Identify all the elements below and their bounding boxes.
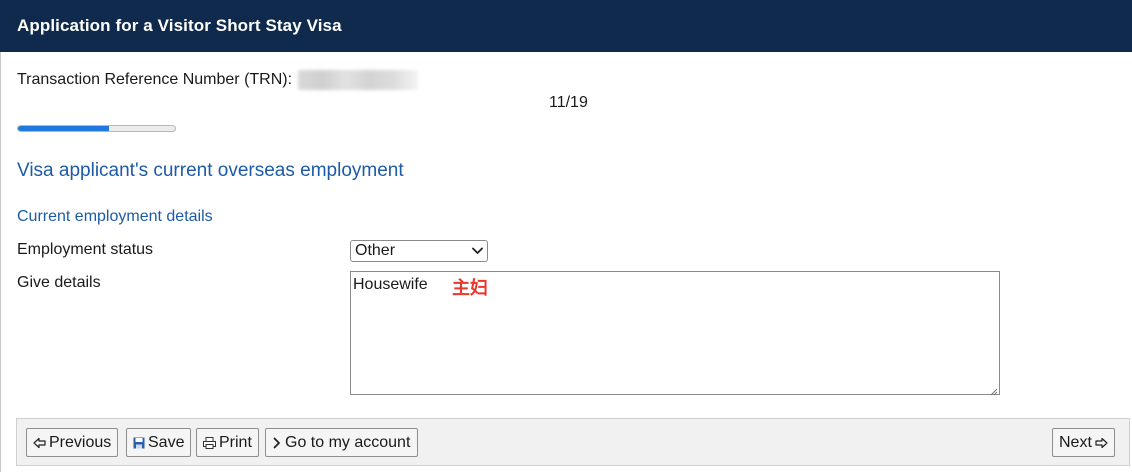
step-counter: 11/19 bbox=[549, 94, 588, 111]
go-to-my-account-button[interactable]: Go to my account bbox=[265, 428, 419, 457]
employment-status-selected-value: Other bbox=[355, 242, 396, 259]
arrow-right-outline-icon bbox=[1095, 437, 1108, 449]
form-toolbar: Previous Save Print Go to my account Nex… bbox=[16, 418, 1130, 466]
floppy-disk-icon bbox=[133, 437, 145, 449]
previous-button[interactable]: Previous bbox=[26, 428, 119, 457]
save-button[interactable]: Save bbox=[126, 428, 192, 457]
employment-subheading: Current employment details bbox=[17, 208, 213, 225]
next-button[interactable]: Next bbox=[1052, 428, 1115, 457]
printer-icon bbox=[203, 436, 216, 449]
employment-status-select[interactable]: Other bbox=[350, 240, 488, 262]
annotation-chinese-note: 主妇 bbox=[452, 278, 488, 299]
save-button-label: Save bbox=[148, 433, 185, 451]
give-details-value: Housewife bbox=[353, 276, 428, 293]
employment-status-label: Employment status bbox=[17, 241, 154, 258]
chevron-right-icon bbox=[272, 437, 282, 449]
go-to-my-account-label: Go to my account bbox=[285, 433, 411, 451]
arrow-left-outline-icon bbox=[33, 437, 46, 449]
next-button-label: Next bbox=[1059, 433, 1092, 451]
previous-button-label: Previous bbox=[49, 433, 112, 451]
trn-row: Transaction Reference Number (TRN): bbox=[17, 70, 419, 90]
trn-value-redacted bbox=[298, 70, 419, 90]
print-button-label: Print bbox=[219, 433, 252, 451]
progress-bar bbox=[17, 125, 176, 132]
section-heading: Visa applicant's current overseas employ… bbox=[17, 160, 404, 181]
chevron-down-icon bbox=[470, 244, 484, 258]
give-details-textarea[interactable]: Housewife bbox=[350, 271, 1000, 396]
give-details-label: Give details bbox=[17, 274, 101, 291]
print-button[interactable]: Print bbox=[196, 428, 259, 457]
trn-label: Transaction Reference Number (TRN): bbox=[17, 71, 293, 88]
resize-grip-icon[interactable] bbox=[988, 383, 998, 396]
page-header: Application for a Visitor Short Stay Vis… bbox=[0, 0, 1132, 52]
progress-bar-fill bbox=[18, 126, 109, 131]
page-title: Application for a Visitor Short Stay Vis… bbox=[17, 16, 342, 35]
